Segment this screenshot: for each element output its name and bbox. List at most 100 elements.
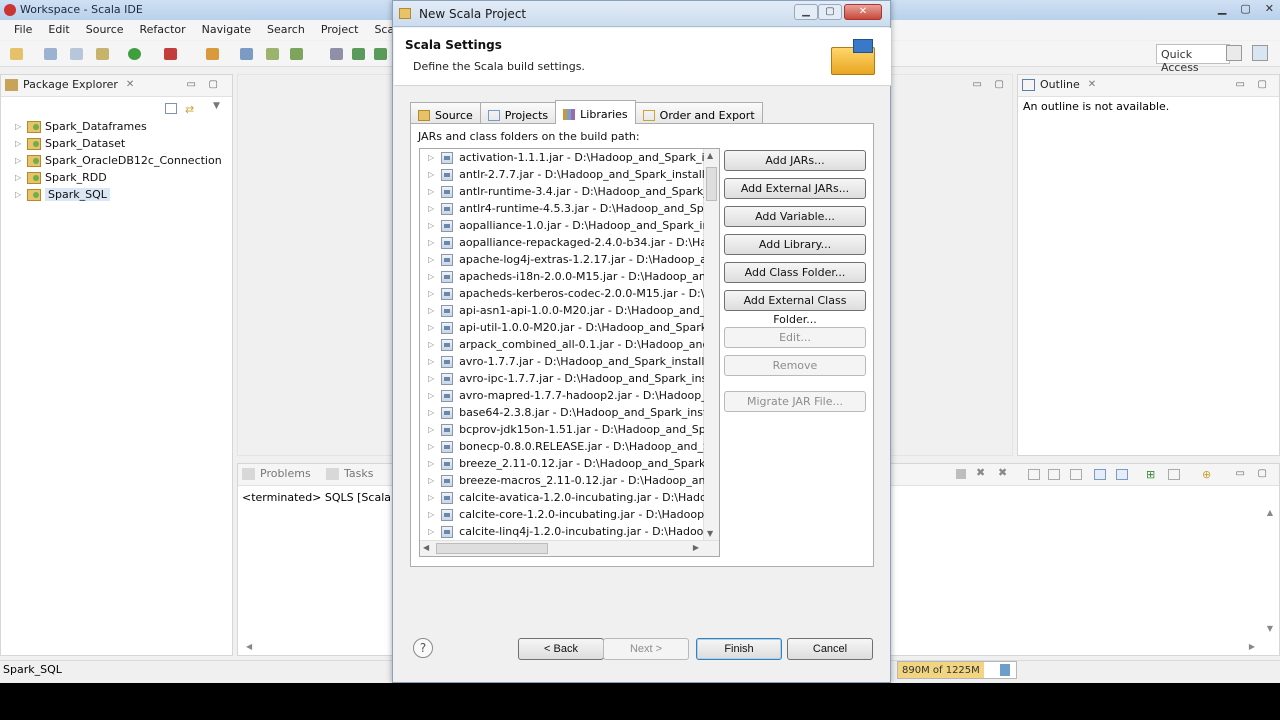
minimize-view-icon[interactable]: ▭ — [187, 79, 196, 90]
build-path-jar-list[interactable]: ▲ ▼ ◀ ▶ ▷ activation-1.1.1.jar - D:\Hadoo… — [419, 148, 720, 557]
tab-tasks[interactable]: Tasks — [326, 467, 373, 480]
scroll-up-icon[interactable]: ▲ — [707, 151, 713, 160]
add-external-class-folder-button[interactable]: Add External Class Folder... — [724, 290, 866, 326]
jar-list-item[interactable]: ▷ apache-log4j-extras-1.2.17.jar - D:\Had… — [420, 251, 704, 268]
expand-icon[interactable]: ▷ — [428, 510, 434, 519]
minimize-view-icon[interactable]: ▭ — [1236, 468, 1245, 479]
open-console-icon[interactable]: ⊞ — [1146, 468, 1155, 481]
save-all-icon[interactable] — [70, 48, 83, 60]
expand-icon[interactable]: ▷ — [428, 527, 434, 536]
menu-refactor[interactable]: Refactor — [132, 20, 194, 40]
menu-file[interactable]: File — [6, 20, 40, 40]
new-scala-class-icon[interactable] — [206, 48, 219, 60]
jar-list-item[interactable]: ▷ base64-2.3.8.jar - D:\Hadoop_and_Spark_… — [420, 404, 704, 421]
word-wrap-icon[interactable] — [1070, 469, 1082, 480]
jar-list-item[interactable]: ▷ breeze_2.11-0.12.jar - D:\Hadoop_and_Sp… — [420, 455, 704, 472]
add-class-folder-button[interactable]: Add Class Folder... — [724, 262, 866, 283]
remove-launch-icon[interactable]: ✖ — [976, 466, 985, 479]
expand-icon[interactable]: ▷ — [428, 374, 434, 383]
clear-console-icon[interactable] — [1028, 469, 1040, 480]
cancel-button[interactable]: Cancel — [787, 638, 873, 660]
jar-list-item[interactable]: ▷ calcite-core-1.2.0-incubating.jar - D:\… — [420, 506, 704, 523]
scroll-left-icon[interactable]: ◀ — [423, 543, 429, 552]
minimize-icon[interactable]: ▁ — [1218, 2, 1226, 15]
add-external-jars-button[interactable]: Add External JARs... — [724, 178, 866, 199]
remove-all-icon[interactable]: ✖ — [998, 466, 1007, 479]
jar-list-item[interactable]: ▷ api-util-1.0.0-M20.jar - D:\Hadoop_and_… — [420, 319, 704, 336]
project-item[interactable]: ▷ Spark_OracleDB12c_Connection — [15, 154, 222, 167]
jar-list-item[interactable]: ▷ avro-1.7.7.jar - D:\Hadoop_and_Spark_in… — [420, 353, 704, 370]
tab-outline[interactable]: Outline ✕ — [1022, 78, 1096, 91]
tab-problems[interactable]: Problems — [242, 467, 311, 480]
menu-search[interactable]: Search — [259, 20, 313, 40]
console-scroll-right-icon[interactable]: ▶ — [1249, 642, 1255, 651]
expand-icon[interactable]: ▷ — [15, 190, 23, 199]
expand-icon[interactable]: ▷ — [428, 204, 434, 213]
jar-list-item[interactable]: ▷ apacheds-kerberos-codec-2.0.0-M15.jar -… — [420, 285, 704, 302]
expand-icon[interactable]: ▷ — [428, 255, 434, 264]
forward-nav-icon[interactable] — [374, 48, 387, 60]
add-variable-button[interactable]: Add Variable... — [724, 206, 866, 227]
tab-source[interactable]: Source — [410, 102, 481, 124]
project-item-selected[interactable]: ▷ Spark_SQL — [15, 188, 110, 201]
view-menu-icon[interactable]: ▼ — [213, 101, 220, 111]
expand-icon[interactable]: ▷ — [428, 306, 434, 315]
back-button[interactable]: < Back — [518, 638, 604, 660]
expand-icon[interactable]: ▷ — [428, 493, 434, 502]
jar-list-item[interactable]: ▷ aopalliance-repackaged-2.4.0-b34.jar - … — [420, 234, 704, 251]
jar-list-item[interactable]: ▷ breeze-macros_2.11-0.12.jar - D:\Hadoop… — [420, 472, 704, 489]
new-icon[interactable] — [10, 48, 23, 60]
expand-icon[interactable]: ▷ — [428, 408, 434, 417]
terminate-icon[interactable] — [956, 469, 966, 479]
jar-list-item[interactable]: ▷ avro-ipc-1.7.7.jar - D:\Hadoop_and_Spar… — [420, 370, 704, 387]
back-nav-icon[interactable] — [352, 48, 365, 60]
dialog-minimize-icon[interactable]: ▁ — [794, 4, 818, 20]
dialog-maximize-icon[interactable]: ▢ — [818, 4, 842, 20]
new-console-icon[interactable]: ⊕ — [1202, 468, 1211, 481]
add-library-button[interactable]: Add Library... — [724, 234, 866, 255]
jar-list-item[interactable]: ▷ calcite-avatica-1.2.0-incubating.jar - … — [420, 489, 704, 506]
run-icon[interactable] — [128, 48, 141, 60]
expand-icon[interactable]: ▷ — [428, 323, 434, 332]
jar-list-item[interactable]: ▷ aopalliance-1.0.jar - D:\Hadoop_and_Spa… — [420, 217, 704, 234]
jar-list-item[interactable]: ▷ antlr4-runtime-4.5.3.jar - D:\Hadoop_an… — [420, 200, 704, 217]
expand-icon[interactable]: ▷ — [428, 459, 434, 468]
vertical-scrollbar[interactable]: ▲ ▼ — [703, 149, 719, 540]
expand-icon[interactable]: ▷ — [428, 289, 434, 298]
open-type-icon[interactable] — [240, 48, 253, 60]
maximize-view-icon[interactable]: ▢ — [1258, 468, 1267, 479]
expand-icon[interactable]: ▷ — [428, 391, 434, 400]
tab-package-explorer[interactable]: Package Explorer ✕ — [5, 78, 134, 91]
close-tab-icon[interactable]: ✕ — [1088, 79, 1096, 90]
display-console-icon[interactable] — [1116, 469, 1128, 480]
search-icon[interactable] — [290, 48, 303, 60]
horizontal-scroll-thumb[interactable] — [436, 543, 548, 554]
console-scroll-down-icon[interactable]: ▲ — [1267, 508, 1273, 517]
scala-perspective-icon[interactable] — [1252, 45, 1268, 61]
scroll-right-icon[interactable]: ▶ — [693, 543, 699, 552]
expand-icon[interactable]: ▷ — [428, 221, 434, 230]
heap-status[interactable]: 890M of 1225M — [897, 661, 1017, 679]
maximize-view-icon[interactable]: ▢ — [1258, 79, 1267, 90]
debug-icon[interactable] — [96, 48, 109, 60]
console-scroll-left-icon[interactable]: ◀ — [246, 642, 252, 651]
tab-projects[interactable]: Projects — [479, 102, 557, 124]
expand-icon[interactable]: ▷ — [428, 340, 434, 349]
scroll-down-icon[interactable]: ▼ — [707, 529, 713, 538]
expand-icon[interactable]: ▷ — [428, 272, 434, 281]
link-editor-icon[interactable]: ⇄ — [185, 103, 194, 116]
migrate-jar-file-button[interactable]: Migrate JAR File... — [724, 391, 866, 412]
expand-icon[interactable]: ▷ — [15, 139, 23, 148]
edit-button[interactable]: Edit... — [724, 327, 866, 348]
expand-icon[interactable]: ▷ — [428, 476, 434, 485]
project-item[interactable]: ▷ Spark_RDD — [15, 171, 107, 184]
expand-icon[interactable]: ▷ — [15, 156, 23, 165]
collapse-all-icon[interactable] — [165, 103, 177, 114]
tab-order-and-export[interactable]: Order and Export — [634, 102, 763, 124]
jar-list-item[interactable]: ▷ antlr-2.7.7.jar - D:\Hadoop_and_Spark_i… — [420, 166, 704, 183]
close-icon[interactable]: ✕ — [1265, 2, 1274, 15]
expand-icon[interactable]: ▷ — [15, 122, 23, 131]
jar-list-item[interactable]: ▷ activation-1.1.1.jar - D:\Hadoop_and_Sp… — [420, 149, 704, 166]
minimize-view-icon[interactable]: ▭ — [1236, 79, 1245, 90]
jar-list-item[interactable]: ▷ apacheds-i18n-2.0.0-M15.jar - D:\Hadoop… — [420, 268, 704, 285]
